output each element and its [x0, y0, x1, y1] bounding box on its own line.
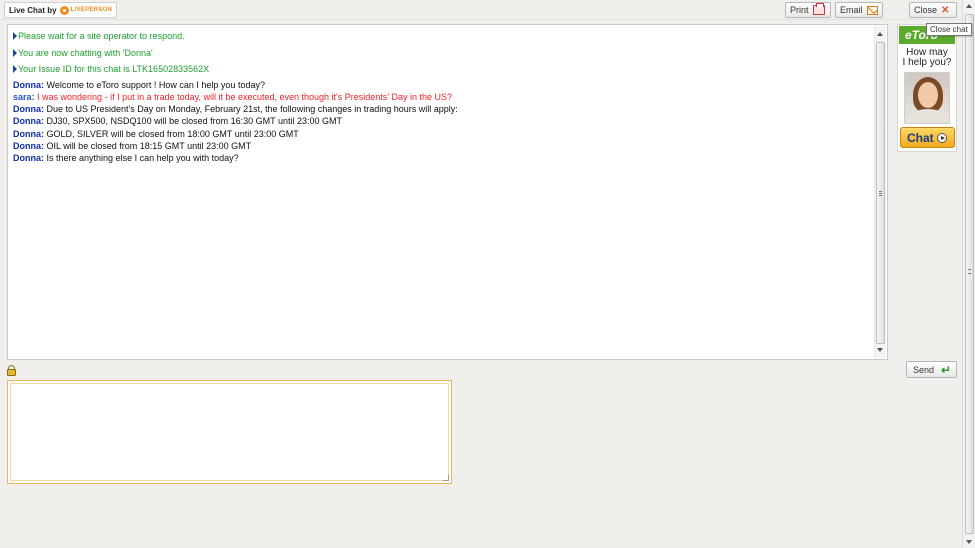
message-text: OIL will be closed from 18:15 GMT until … [46, 140, 252, 151]
chat-message: Donna: OIL will be closed from 18:15 GMT… [13, 140, 873, 152]
close-chat-tooltip: Close chat [926, 23, 972, 36]
system-arrow-icon [13, 48, 17, 57]
system-arrow-icon [13, 65, 17, 74]
message-input-box[interactable] [7, 380, 452, 484]
chat-message: Donna: Is there anything else I can help… [13, 152, 873, 164]
system-message: You are now chatting with 'Donna' [13, 45, 873, 62]
print-label: Print [790, 5, 809, 15]
chat-message: Donna: GOLD, SILVER will be closed from … [13, 128, 873, 140]
sender-name: Donna: [13, 104, 44, 115]
message-text: DJ30, SPX500, NSDQ100 will be closed fro… [46, 116, 342, 127]
message-text: Welcome to eToro support ! How can I hel… [46, 79, 265, 90]
print-button[interactable]: Print [785, 2, 831, 18]
transcript-scrollbar[interactable] [874, 26, 886, 358]
send-label: Send [913, 364, 935, 375]
liveperson-brand: LIVEPERSON [70, 7, 113, 13]
scroll-down-arrow-icon[interactable] [966, 540, 972, 544]
sender-name: Donna: [13, 116, 44, 127]
envelope-icon [866, 5, 878, 15]
system-message-text: Please wait for a site operator to respo… [18, 31, 185, 42]
scroll-down-arrow-icon[interactable] [877, 348, 883, 352]
close-label: Close [914, 5, 938, 15]
lock-icon [7, 365, 16, 376]
chat-message: Donna: Due to US President's Day on Mond… [13, 103, 873, 115]
close-chat-button[interactable]: Close ✕ [909, 2, 957, 18]
grip-icon [879, 191, 882, 196]
window-scrollbar[interactable] [962, 0, 975, 548]
play-icon [936, 132, 947, 143]
sender-name: Donna: [13, 128, 44, 139]
sender-name: Donna: [13, 140, 44, 151]
resize-grip-icon[interactable] [443, 475, 449, 481]
chat-toolbar: Live Chat by LIVEPERSON Print Email Clos… [0, 0, 962, 20]
powered-by-badge[interactable]: Live Chat by LIVEPERSON [4, 2, 118, 18]
etoro-chat-ad[interactable]: eToro How may I help you? Chat [897, 24, 957, 152]
email-button[interactable]: Email [835, 2, 883, 18]
system-message-text: You are now chatting with 'Donna' [18, 47, 153, 58]
chat-transcript[interactable]: Please wait for a site operator to respo… [7, 24, 888, 360]
message-text: Is there anything else I can help you wi… [46, 153, 239, 164]
system-arrow-icon [13, 32, 17, 41]
email-label: Email [840, 5, 863, 15]
scroll-up-arrow-icon[interactable] [966, 4, 972, 8]
chat-message: Donna: DJ30, SPX500, NSDQ100 will be clo… [13, 115, 873, 127]
chat-button-label: Chat [907, 130, 934, 145]
message-input[interactable] [10, 383, 449, 481]
send-button[interactable]: Send ↵ [906, 361, 957, 378]
ad-tagline: How may I help you? [898, 48, 956, 68]
message-text: I was wondering - if I put in a trade to… [37, 91, 453, 102]
scroll-up-arrow-icon[interactable] [877, 32, 883, 36]
liveperson-logo-icon [59, 5, 69, 15]
system-message: Please wait for a site operator to respo… [13, 28, 873, 45]
system-message-text: Your Issue ID for this chat is LTK165028… [18, 64, 210, 75]
sender-name: sara: [13, 91, 35, 102]
enter-arrow-icon: ↵ [941, 362, 952, 377]
sender-name: Donna: [13, 79, 44, 90]
powered-by-text: Live Chat by [9, 5, 57, 15]
window-scroll-thumb[interactable] [965, 14, 974, 534]
close-icon: ✕ [941, 4, 950, 16]
printer-icon [812, 3, 825, 15]
system-message: Your Issue ID for this chat is LTK165028… [13, 61, 873, 78]
transcript-scroll-thumb[interactable] [876, 42, 885, 344]
start-chat-button[interactable]: Chat [900, 127, 955, 148]
grip-icon [968, 269, 971, 274]
chat-message: Donna: Welcome to eToro support ! How ca… [13, 79, 873, 91]
ad-tagline-line2: I help you? [902, 57, 952, 68]
chat-message: sara: I was wondering - if I put in a tr… [13, 91, 873, 103]
agent-photo [904, 72, 950, 124]
message-text: Due to US President's Day on Monday, Feb… [46, 104, 458, 115]
message-text: GOLD, SILVER will be closed from 18:00 G… [46, 128, 299, 139]
sender-name: Donna: [13, 153, 44, 164]
